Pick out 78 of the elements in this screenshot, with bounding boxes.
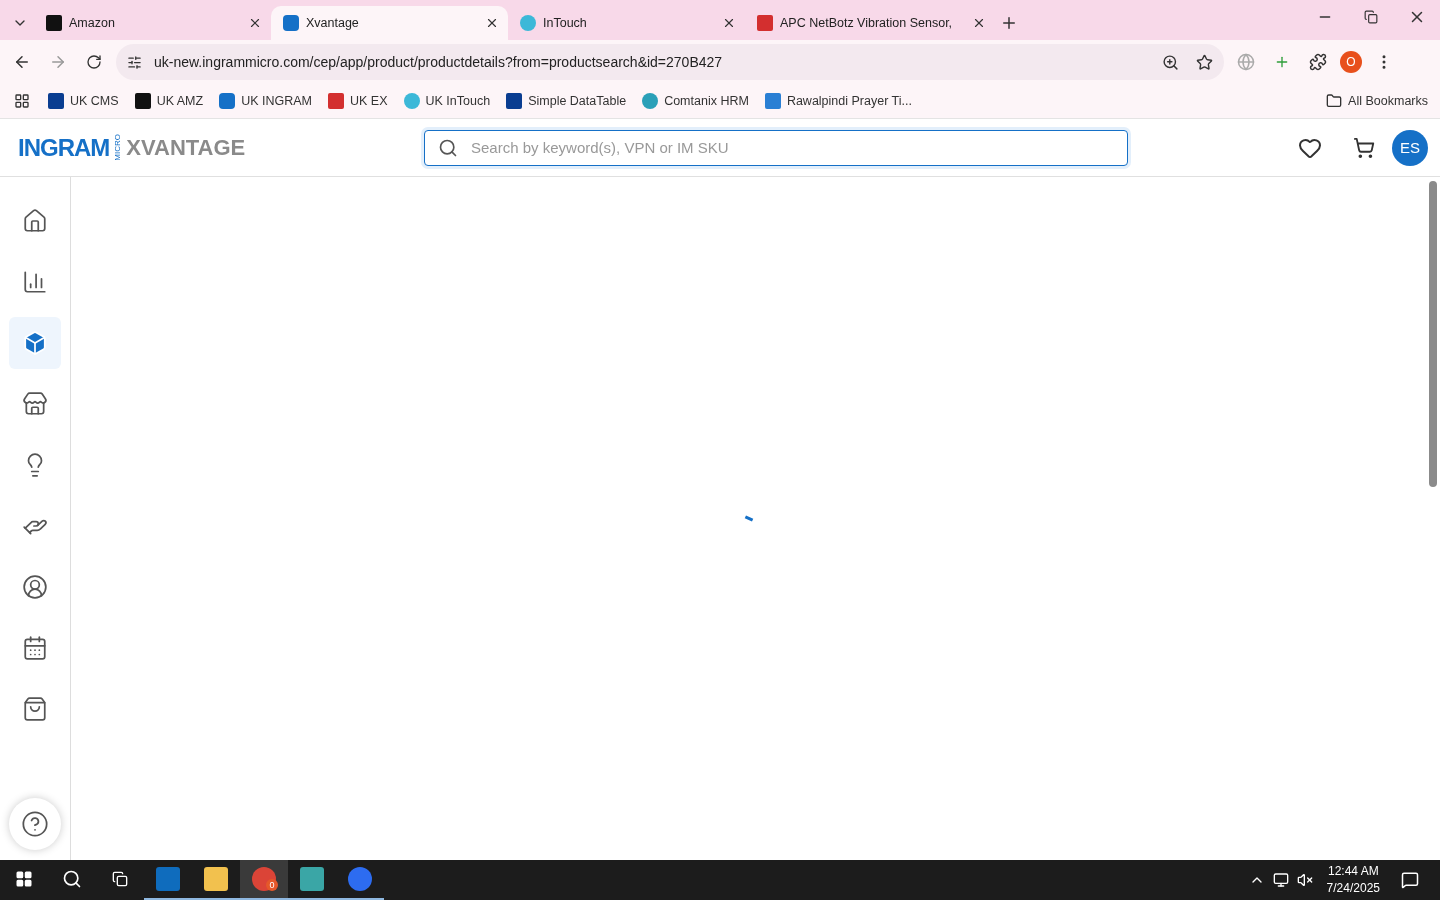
home-icon (22, 208, 48, 234)
reload-icon[interactable] (86, 54, 102, 70)
bookmark-link[interactable]: UK CMS (70, 94, 119, 108)
site-favicon-icon (328, 93, 344, 109)
site-favicon-icon (506, 93, 523, 109)
tab-title: APC NetBotz Vibration Sensor, (780, 16, 954, 30)
windows-start-icon[interactable] (15, 870, 33, 888)
site-favicon-icon (283, 15, 299, 31)
person-circle-icon (22, 574, 48, 600)
app-icon (348, 867, 372, 891)
time-text: 12:44 AM (1327, 863, 1379, 880)
site-favicon-icon (520, 15, 536, 31)
user-avatar[interactable]: ES (1392, 129, 1428, 166)
help-icon (21, 810, 49, 838)
close-icon[interactable] (485, 16, 499, 30)
bookmark-link[interactable]: Rawalpindi Prayer Ti... (786, 94, 912, 108)
date-text: 7/24/2025 (1326, 880, 1380, 897)
restore-icon[interactable] (1364, 10, 1378, 24)
tab-title: Amazon (69, 16, 116, 30)
cart-icon[interactable] (1353, 136, 1375, 159)
network-icon[interactable] (1272, 872, 1289, 888)
site-favicon-icon (219, 93, 236, 109)
browser-tab[interactable]: Xvantage (271, 6, 508, 40)
bookmark-link[interactable]: UK InTouch (425, 94, 491, 108)
app-icon (156, 867, 180, 891)
site-favicon-icon (642, 93, 659, 109)
task-view-icon[interactable] (112, 871, 128, 887)
app-icon (204, 867, 228, 891)
storefront-icon (22, 391, 48, 417)
tab-title: Xvantage (306, 16, 360, 30)
apps-grid-icon[interactable] (14, 93, 30, 109)
site-favicon-icon (764, 93, 781, 109)
search-field[interactable]: Search by keyword(s), VPN or IM SKU (424, 129, 1128, 166)
box-icon (22, 330, 48, 356)
new-tab-icon[interactable] (1000, 14, 1018, 32)
site-favicon-icon (134, 93, 151, 109)
sidebar-item[interactable] (9, 317, 61, 369)
search-icon[interactable] (62, 869, 82, 889)
bar-chart-icon (22, 269, 48, 295)
browser-tab[interactable]: InTouch (508, 6, 745, 40)
site-settings-icon[interactable] (126, 54, 142, 70)
address-bar[interactable]: uk-new.ingrammicro.com/cep/app/product/productdetails?from=productsearch&id=270B427 (116, 44, 1224, 80)
bookmark-link[interactable]: UK EX (350, 94, 388, 108)
bookmark-link[interactable]: Comtanix HRM (664, 94, 749, 108)
search-icon (438, 137, 458, 158)
site-favicon-icon (403, 93, 420, 109)
zoom-icon[interactable] (1161, 53, 1179, 71)
mute-icon[interactable] (1296, 872, 1313, 888)
url-text: uk-new.ingrammicro.com/cep/app/product/productdetails?from=productsearch&id=270B427 (154, 54, 724, 70)
browser-tab[interactable]: Amazon (34, 6, 271, 40)
bookmark-star-icon[interactable] (1195, 53, 1213, 71)
close-icon[interactable] (248, 16, 262, 30)
browser-tab[interactable]: APC NetBotz Vibration Sensor, (745, 6, 995, 40)
close-icon[interactable] (722, 16, 736, 30)
bag-icon (22, 696, 48, 722)
site-favicon-icon (757, 15, 773, 31)
tab-title: InTouch (543, 16, 588, 30)
profile-avatar[interactable]: O (1340, 51, 1362, 73)
app-icon (252, 867, 276, 891)
notifications-icon[interactable] (1401, 871, 1419, 889)
calendar-icon (22, 635, 48, 661)
logo-micro-text: MICRO (113, 134, 123, 161)
taskbar-app[interactable]: 0 (240, 860, 288, 900)
folder-icon[interactable] (1326, 93, 1343, 109)
app-icon (300, 867, 324, 891)
bookmark-link[interactable]: Simple DataTable (528, 94, 627, 108)
site-favicon-icon (46, 15, 62, 31)
bookmark-link[interactable]: UK AMZ (156, 94, 204, 108)
close-icon[interactable] (972, 16, 986, 30)
clock[interactable]: 12:44 AM 7/24/2025 (1316, 863, 1390, 897)
forward-arrow-icon[interactable] (49, 53, 67, 71)
bookmark-link[interactable]: UK INGRAM (241, 94, 312, 108)
bookmark-link[interactable]: All Bookmarks (1348, 94, 1428, 108)
loading-spinner (744, 515, 753, 522)
logo-brand-text: INGRAM (18, 133, 110, 162)
site-favicon-icon (48, 93, 64, 109)
extensions-icon[interactable] (1309, 53, 1327, 71)
logo-product-text: XVANTAGE (126, 134, 246, 161)
